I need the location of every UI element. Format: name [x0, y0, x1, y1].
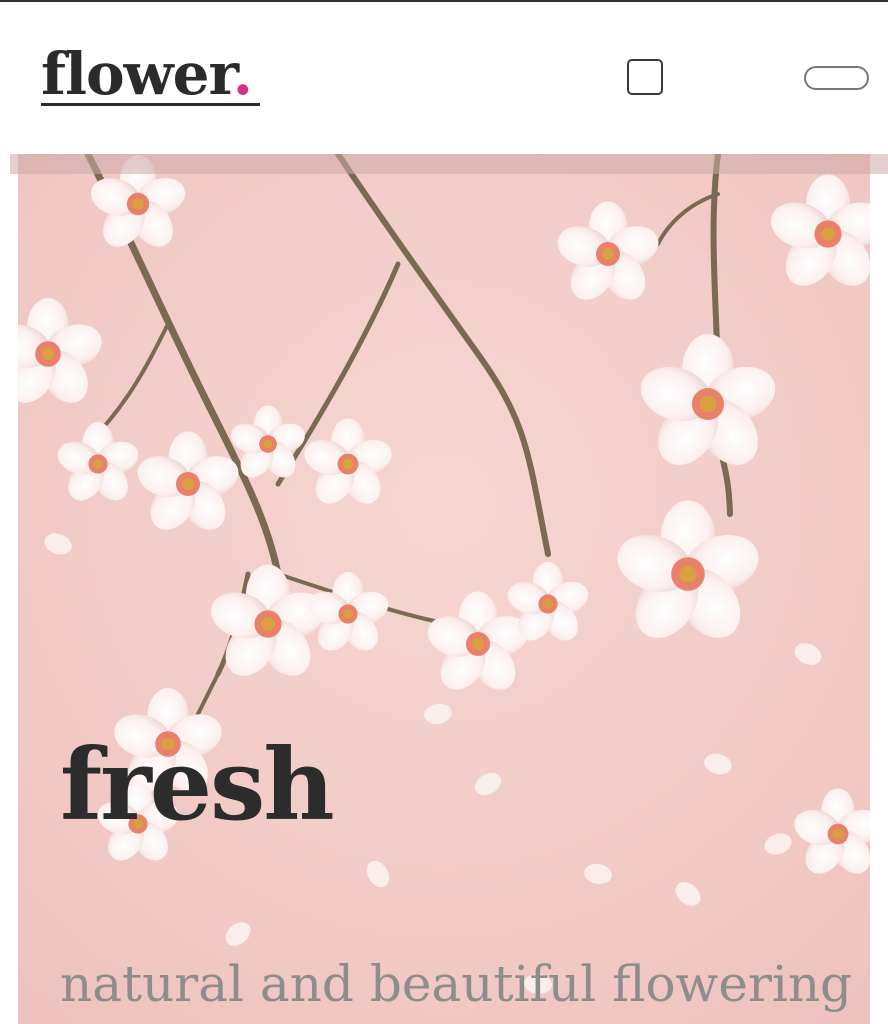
page: flower. fresh natural and beautiful flow…: [0, 0, 888, 1024]
pill-toggle-icon[interactable]: [804, 66, 869, 90]
logo-link[interactable]: flower.: [41, 40, 253, 108]
logo-underline: [41, 103, 260, 106]
logo-text: flower: [41, 40, 234, 108]
hero-tagline: natural and beautiful flowering: [60, 955, 853, 1013]
hero-top-strip: [10, 154, 888, 174]
cherry-blossom-image: [18, 154, 870, 1024]
site-header: flower.: [0, 2, 888, 154]
logo-dot: .: [232, 40, 253, 108]
hero-banner: fresh natural and beautiful flowering: [18, 154, 870, 1024]
square-icon[interactable]: [627, 59, 663, 95]
hero-headline: fresh: [60, 728, 335, 843]
